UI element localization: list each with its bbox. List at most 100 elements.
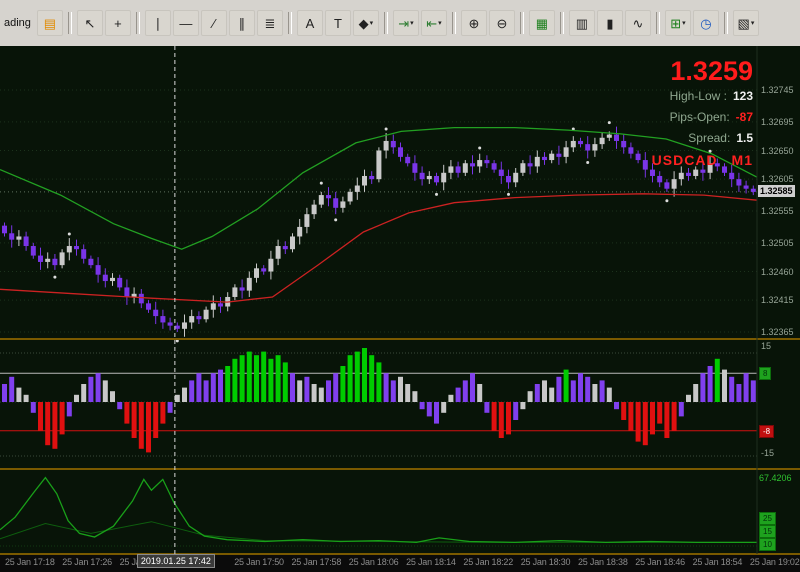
high-low-value: 123 [732,89,753,103]
crosshair-time-label: 2019.01.25 17:42 [136,554,215,568]
price-axis-label: 1.32555 [761,206,794,216]
volatility-level-chip: 15 [759,525,776,538]
toolbar-separator [67,12,72,34]
quote-overlay: 1.3259 High-Low : 123 Pips-Open: -87 Sprea… [652,56,753,168]
time-axis-label[interactable]: 25 Jan 18:22 [463,557,513,567]
ma-upper-line [0,126,758,250]
ma-lower-line [0,193,758,303]
time-axis-label[interactable]: 25 Jan 17:18 [5,557,55,567]
toolbar-separator [383,12,388,34]
window-title-fragment: ading [4,17,31,29]
current-price: 1.3259 [670,56,753,86]
toolbar-separator [451,12,456,34]
current-price-tag: 1.32585 [758,184,795,197]
bar-chart-button[interactable]: ▥ [568,10,595,36]
toolbar-separator [655,12,660,34]
timeframe-label: M1 [731,152,753,168]
crosshair-tool[interactable]: + [104,10,131,36]
fractal-down-dot [334,218,338,222]
indicators-button[interactable]: ▧ ▾ [732,10,759,36]
market-watch-icon[interactable]: ▤ [36,10,63,36]
toolbar: ading ▤ ↖ + ∣ ― ∕ ∥ ≣ A T ◆ ▾ ⇥ ▾ ⇤ ▾ ⊕ ⊖ ▦ ▥ ▮ ∿ ⊞ ▾ ◷ ▧ ▾ [0,0,800,47]
dropdown-arrow-icon: ▾ [750,19,755,27]
mid-lower-level-chip: -8 [759,424,775,438]
time-axis-label[interactable]: 25 Jan 17:26 [62,557,112,567]
time-axis-label[interactable]: 25 Jan 19:02 [750,557,800,567]
tile-windows-button[interactable]: ▦ [528,10,555,36]
new-order-button[interactable]: ⊞ ▾ [664,10,691,36]
chart-shift-button[interactable]: ⇤ ▾ [420,10,447,36]
fractal-up-dot [67,232,71,236]
time-axis-label[interactable]: 25 Jan 18:30 [521,557,571,567]
channel-tool[interactable]: ∥ [228,10,255,36]
candlestick-chart-button[interactable]: ▮ [596,10,623,36]
label-tool[interactable]: T [324,10,351,36]
fibonacci-tool[interactable]: ≣ [256,10,283,36]
mid-axis-min-label: -15 [761,448,775,458]
high-low-label: High-Low : [669,89,727,103]
toolbar-separator [287,12,292,34]
price-axis-label: 1.32460 [761,266,794,277]
dropdown-arrow-icon: ▾ [369,19,374,27]
time-axis-label[interactable]: 25 Jan 18:06 [349,557,399,567]
time-axis-label[interactable]: 25 Jan 18:14 [406,557,456,567]
toolbar-separator [519,12,524,34]
volatility-level-chip: 10 [759,538,776,551]
fractal-up-dot [478,146,482,150]
mid-axis-max-label: 15 [761,341,772,351]
oscillator-histogram [2,348,756,453]
mt4-window: ading ▤ ↖ + ∣ ― ∕ ∥ ≣ A T ◆ ▾ ⇥ ▾ ⇤ ▾ ⊕ ⊖ ▦ ▥ ▮ ∿ ⊞ ▾ ◷ ▧ ▾ 1.3259 … [0,0,800,572]
volatility-line-fast [0,476,757,544]
symbol-row: USDCAD M1 [652,152,753,168]
autoscroll-button[interactable]: ⇥ ▾ [392,10,419,36]
spread-label: Spread: [688,131,731,145]
vertical-line-tool[interactable]: ∣ [144,10,171,36]
time-axis-label[interactable]: 25 Jan 18:46 [635,557,685,567]
fractal-down-dot [435,192,438,196]
dropdown-arrow-icon: ▾ [410,19,414,27]
price-axis-label: 1.32505 [761,237,794,248]
toolbar-separator [723,12,728,34]
chart-area[interactable]: 1.3259 High-Low : 123 Pips-Open: -87 Sprea… [0,46,800,572]
fractal-up-dot [607,121,611,125]
fractal-down-dot [507,192,510,196]
pips-open-row: Pips-Open: -87 [652,107,753,128]
volatility-level-chip: 25 [759,512,776,525]
period-button[interactable]: ◷ [692,10,719,36]
zoom-in-button[interactable]: ⊕ [460,10,487,36]
text-tool[interactable]: A [296,10,323,36]
volatility-line-slow [0,521,757,543]
line-chart-button[interactable]: ∿ [624,10,651,36]
symbol-label: USDCAD [651,152,718,168]
price-axis-label: 1.32365 [761,327,794,337]
trendline-tool[interactable]: ∕ [200,10,227,36]
spread-value: 1.5 [736,131,753,145]
high-low-row: High-Low : 123 [652,86,753,107]
fractal-down-dot [586,161,590,164]
fractal-down-dot [665,199,669,203]
toolbar-separator [135,12,140,34]
volatility-value-label: 67.4206 [759,473,792,483]
toolbar-separator [559,12,564,34]
spread-row: Spread: 1.5 [652,128,753,149]
mid-upper-level-chip: 8 [759,367,772,381]
price-axis-label: 1.32415 [761,295,794,306]
time-axis-label[interactable]: 25 Jan 17:58 [292,557,342,567]
price-axis-label: 1.32745 [761,85,794,95]
candles [2,126,756,337]
time-axis-label[interactable]: 25 Jan 18:38 [578,557,628,567]
cursor-tool[interactable]: ↖ [76,10,103,36]
zoom-out-button[interactable]: ⊖ [488,10,515,36]
pips-open-value: -87 [735,110,753,124]
fractal-up-dot [384,127,388,131]
price-axis-label: 1.32650 [761,145,794,156]
time-axis-label[interactable]: 25 Jan 17:50 [234,557,284,567]
horizontal-line-tool[interactable]: ― [172,10,199,36]
fractal-up-dot [319,181,323,185]
price-axis-label: 1.32695 [761,116,794,127]
price-axis-label: 1.32605 [761,174,794,185]
time-axis-label[interactable]: 25 Jan 18:54 [693,557,743,567]
shapes-tool[interactable]: ◆ ▾ [352,10,379,36]
pips-open-label: Pips-Open: [669,110,730,124]
dropdown-arrow-icon: ▾ [682,19,686,27]
